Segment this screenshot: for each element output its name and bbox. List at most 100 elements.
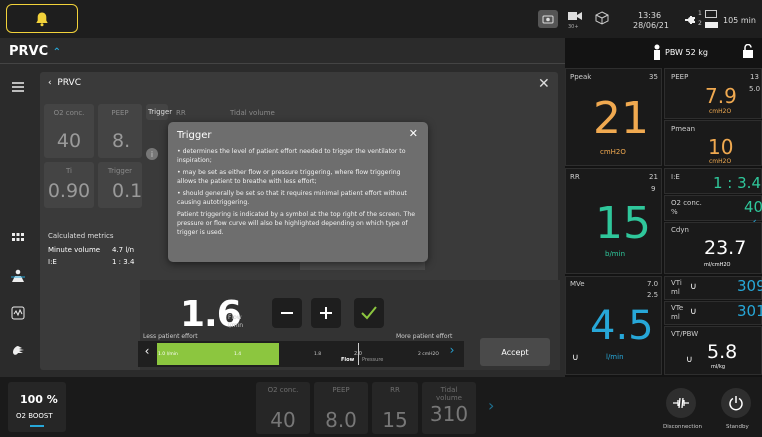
param-trigger-label: Trigger xyxy=(107,167,133,175)
bottom-o2-value: 40 xyxy=(270,408,296,432)
cdyn-unit: ml/cmH2O xyxy=(704,262,731,268)
increase-button[interactable] xyxy=(311,298,341,328)
waveform-icon[interactable] xyxy=(8,303,28,323)
ppeak-unit: cmH2O xyxy=(600,148,626,156)
slider-tick-5: 2 cmH2O xyxy=(418,352,439,357)
battery-empty-icon xyxy=(705,10,717,18)
peep-label: PEEP xyxy=(671,73,689,81)
bell-icon xyxy=(34,11,50,27)
more-effort-label: More patient effort xyxy=(396,333,453,340)
power-plug-icon xyxy=(683,14,697,26)
back-button[interactable]: ‹ PRVC xyxy=(48,78,81,88)
hand-icon[interactable] xyxy=(8,340,28,360)
grid-icon[interactable] xyxy=(8,228,28,248)
tooltip-paragraph: Patient triggering is indicated by a sym… xyxy=(177,211,416,236)
patient-weight-icon xyxy=(652,44,662,60)
peep-unit: cmH2O xyxy=(709,108,732,115)
param-peep[interactable]: PEEP 8. xyxy=(98,104,142,158)
camera-sub-label: 30+ xyxy=(568,24,579,30)
peep-limit-low: 5.0 xyxy=(749,85,761,93)
slider-right-icon[interactable]: › xyxy=(444,343,460,363)
disconnection-label: Disconnection xyxy=(663,424,702,430)
rr-unit: b/min xyxy=(605,250,626,258)
vte-label: VTe xyxy=(671,304,684,312)
bottom-o2-label: O2 conc. xyxy=(267,386,299,394)
slider-tick-3: 1.8 xyxy=(314,352,322,357)
patient-icon[interactable] xyxy=(8,266,28,286)
param-trigger[interactable]: Trigger 0.1 xyxy=(98,162,142,208)
bottom-param-rr[interactable]: RR 15 xyxy=(372,382,418,434)
param-ti-label: Ti xyxy=(65,167,72,175)
mode-label[interactable]: PRVC ⌃ xyxy=(9,44,61,59)
param-peep-value: 8. xyxy=(112,130,131,152)
bottom-param-peep[interactable]: PEEP 8.0 xyxy=(314,382,368,434)
info-icon[interactable]: i xyxy=(146,148,158,160)
bottom-peep-label: PEEP xyxy=(332,386,350,394)
camera-icon[interactable] xyxy=(568,9,582,23)
vtpbw-unit: ml/kg xyxy=(711,364,726,370)
ppeak-limit: 35 xyxy=(649,73,658,81)
param-o2[interactable]: O2 conc. 40 xyxy=(44,104,94,158)
param-trigger-tab[interactable]: Trigger xyxy=(146,104,172,120)
tooltip-title: Trigger xyxy=(177,130,212,141)
mve-label: MVe xyxy=(570,280,585,288)
mve-limit-low: 2.5 xyxy=(647,291,659,299)
bottom-param-tidal[interactable]: Tidal volume 310 xyxy=(422,382,476,434)
screen-capture-icon[interactable] xyxy=(538,10,558,28)
gas-cylinder-icon[interactable] xyxy=(595,11,609,25)
bottom-peep-value: 8.0 xyxy=(325,408,357,432)
standby-button[interactable] xyxy=(721,388,751,418)
param-trigger-value: 0.1 xyxy=(112,180,143,202)
spont-breath-icon: ∪ xyxy=(572,353,579,363)
plus-icon xyxy=(320,307,332,319)
checkmark-icon xyxy=(361,306,377,320)
vte-breath-icon: ∪ xyxy=(690,307,697,317)
vti-value: 309 xyxy=(737,277,762,295)
alarm-button[interactable] xyxy=(6,4,78,33)
clock-date: 28/06/21 xyxy=(633,21,669,30)
confirm-button[interactable] xyxy=(354,298,384,328)
battery-1-label: 1 xyxy=(698,10,702,17)
clock-time: 13:36 xyxy=(638,11,662,20)
vte-unit: ml xyxy=(671,313,680,321)
rr-label: RR xyxy=(570,173,580,181)
slider-divider xyxy=(358,343,359,365)
monitor-ie-value: 1 : 3.4 xyxy=(713,174,761,192)
bottom-next-icon[interactable]: › xyxy=(488,396,494,415)
peep-value: 7.9 xyxy=(705,84,737,108)
slider-left-icon[interactable]: ‹ xyxy=(140,344,154,364)
less-effort-label: Less patient effort xyxy=(143,333,198,340)
battery-time: 105 min xyxy=(723,16,756,25)
close-icon[interactable]: ✕ xyxy=(538,76,550,92)
bottom-rr-value: 15 xyxy=(382,408,408,432)
bottom-tidal-label: Tidal volume xyxy=(436,386,462,402)
mode-name: PRVC xyxy=(9,44,49,59)
disconnection-button[interactable] xyxy=(666,388,696,418)
menu-icon[interactable] xyxy=(8,77,28,97)
power-icon xyxy=(729,396,743,411)
tooltip-bullet-3: • should generally be set so that it req… xyxy=(177,190,407,206)
calc-metrics-title: Calculated metrics xyxy=(48,232,114,240)
bottom-param-o2[interactable]: O2 conc. 40 xyxy=(256,382,310,434)
accept-button[interactable]: Accept xyxy=(480,338,550,366)
param-ti-value: 0.90 xyxy=(47,180,91,202)
peep-limit-high: 13 xyxy=(750,73,759,81)
pbw-label[interactable]: PBW 52 kg xyxy=(665,48,708,57)
param-ti[interactable]: Ti 0.90 xyxy=(44,162,94,208)
param-rr-label: RR xyxy=(176,109,186,117)
lock-open-icon[interactable] xyxy=(742,44,754,58)
mode-bar xyxy=(0,38,565,64)
battery-full-icon xyxy=(705,22,718,28)
vti-breath-icon: ∪ xyxy=(690,282,697,292)
mve-value: 4.5 xyxy=(590,303,654,349)
boost-indicator xyxy=(30,425,44,427)
ppeak-label: Ppeak xyxy=(570,73,592,81)
minute-volume-label: Minute volume xyxy=(48,246,101,254)
decrease-button[interactable] xyxy=(272,298,302,328)
tooltip-close-icon[interactable]: ✕ xyxy=(409,127,418,140)
ppeak-value: 21 xyxy=(593,93,649,144)
tooltip-bullet-2: • may be set as either flow or pressure … xyxy=(177,169,401,185)
slider-tick-2: 1.4 xyxy=(234,352,242,357)
minus-icon xyxy=(281,312,293,314)
minute-volume-value: 4.7 l/n xyxy=(112,246,135,254)
